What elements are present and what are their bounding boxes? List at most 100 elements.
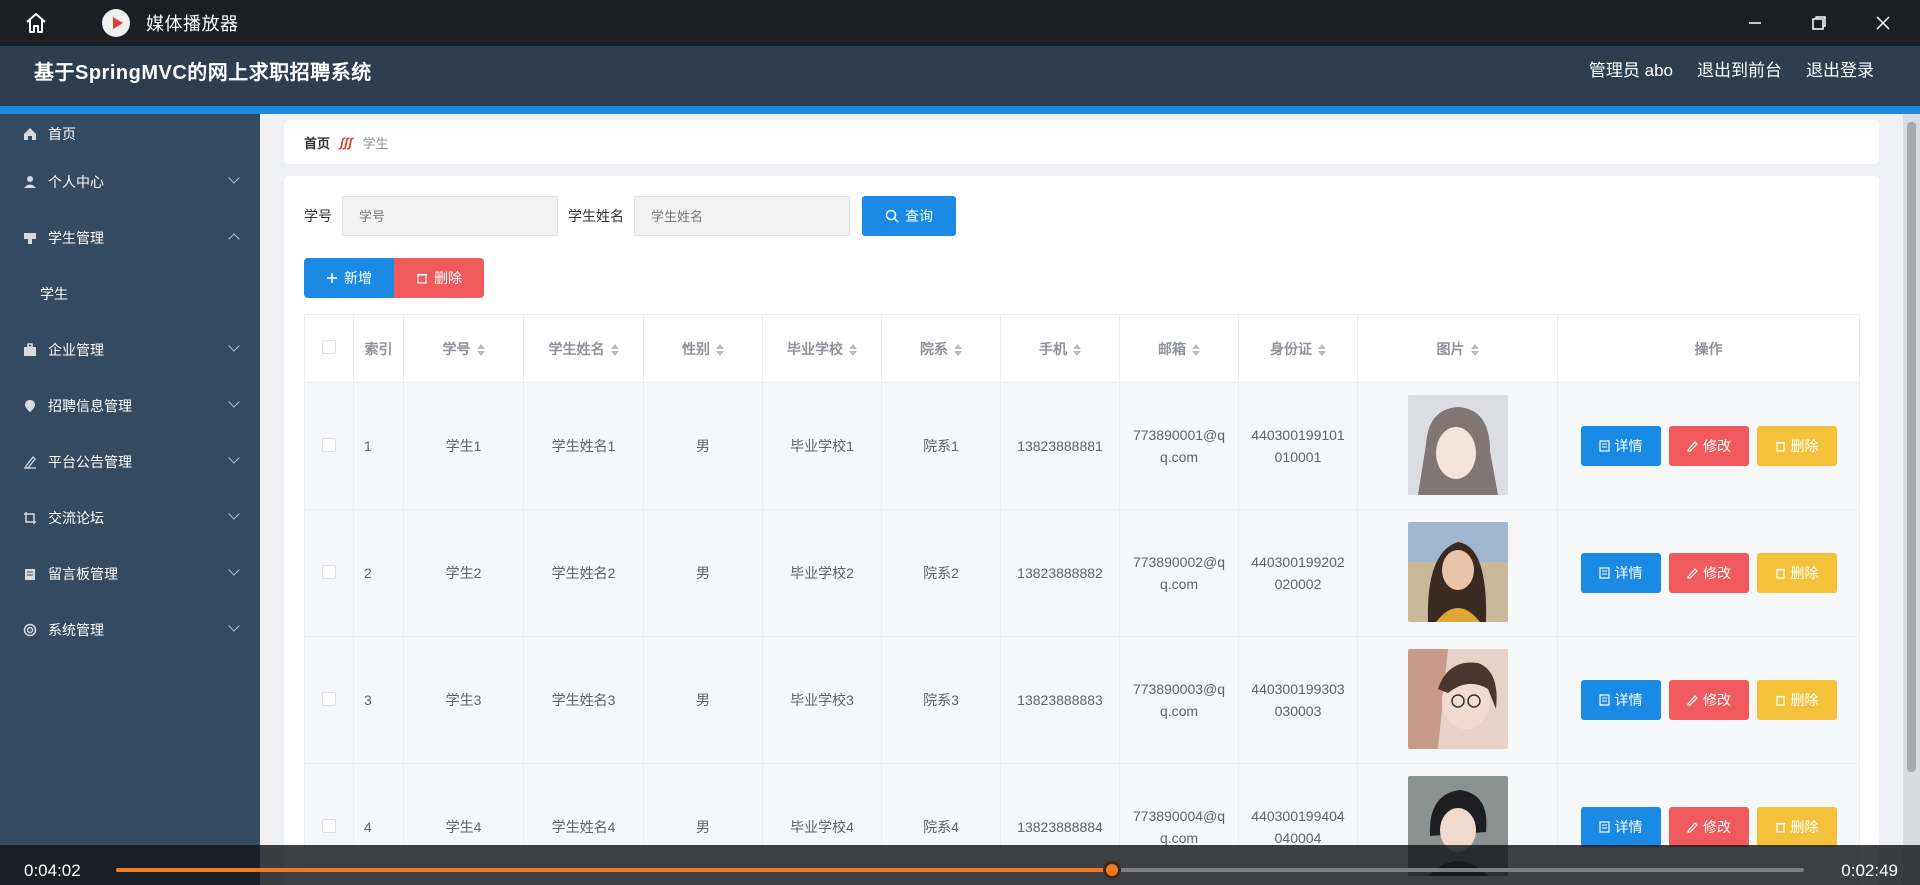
add-button[interactable]: 新增: [304, 258, 394, 298]
column-header[interactable]: 手机: [1000, 314, 1120, 383]
query-button[interactable]: 查询: [862, 196, 956, 236]
select-all-checkbox[interactable]: [322, 340, 336, 354]
idcard-cell: 440300199101010001: [1238, 382, 1358, 510]
student-name-input[interactable]: [634, 196, 850, 236]
table-row: 2 学生2 学生姓名2 男 毕业学校2 院系2 13823888882 7738…: [304, 509, 1860, 637]
row-checkbox[interactable]: [322, 818, 336, 833]
column-label: 图片: [1436, 340, 1465, 357]
student-id-input[interactable]: [342, 196, 558, 236]
row-checkbox[interactable]: [322, 564, 336, 579]
edit-label: 修改: [1703, 438, 1731, 454]
breadcrumb-current: 学生: [362, 135, 389, 151]
delete-button[interactable]: 删除: [1756, 807, 1837, 847]
photo-cell: [1357, 636, 1558, 764]
sidebar-item-forum[interactable]: 交流论坛: [0, 490, 260, 546]
row-select-cell[interactable]: [304, 636, 354, 764]
column-header[interactable]: 毕业学校: [762, 314, 882, 383]
page-scrollbar[interactable]: [1903, 114, 1920, 885]
row-select-cell[interactable]: [304, 382, 354, 510]
column-header[interactable]: 邮箱: [1119, 314, 1239, 383]
detail-button[interactable]: 详情: [1580, 553, 1661, 593]
message-board-icon: [22, 566, 38, 582]
column-header[interactable]: 学生姓名: [523, 314, 644, 383]
column-label: 院系: [920, 340, 948, 357]
student-photo[interactable]: [1407, 394, 1508, 495]
phone-cell: 13823888883: [1000, 636, 1120, 764]
sidebar-item-message-board[interactable]: 留言板管理: [0, 546, 260, 602]
delete-button[interactable]: 删除: [1756, 426, 1837, 466]
sort-icon[interactable]: [849, 343, 857, 356]
sort-icon[interactable]: [1470, 343, 1479, 356]
idcard-cell: 440300199202020002: [1238, 509, 1358, 637]
column-header[interactable]: 身份证: [1238, 314, 1358, 383]
column-label: 学生姓名: [548, 340, 605, 357]
school-cell: 毕业学校3: [762, 636, 882, 764]
column-header[interactable]: 学号: [403, 314, 524, 383]
student-name-cell: 学生姓名2: [523, 509, 644, 637]
delete-button[interactable]: 删除: [1756, 680, 1837, 720]
sidebar-item-student[interactable]: 学生: [0, 266, 260, 322]
home-icon[interactable]: [18, 5, 54, 41]
column-header[interactable]: 院系: [881, 314, 1001, 383]
sidebar-item-enterprise-management[interactable]: 企业管理: [0, 322, 260, 378]
detail-button[interactable]: 详情: [1580, 680, 1661, 720]
edit-button[interactable]: 修改: [1668, 807, 1749, 847]
table-row: 3 学生3 学生姓名3 男 毕业学校3 院系3 13823888883 7738…: [304, 636, 1860, 764]
add-label: 新增: [344, 270, 372, 286]
scrollbar-thumb[interactable]: [1907, 122, 1916, 772]
minimize-icon[interactable]: [1738, 6, 1772, 40]
seek-bar[interactable]: [116, 861, 1804, 879]
sidebar-item-announcement-management[interactable]: 平台公告管理: [0, 434, 260, 490]
seek-progress: [116, 868, 1112, 872]
chevron-down-icon: [228, 508, 240, 520]
row-select-cell[interactable]: [304, 509, 354, 637]
sidebar-item-recruitment-management[interactable]: 招聘信息管理: [0, 378, 260, 434]
sort-icon[interactable]: [1318, 343, 1326, 356]
edit-button[interactable]: 修改: [1668, 680, 1749, 720]
column-header[interactable]: 性别: [643, 314, 763, 383]
student-photo[interactable]: [1407, 521, 1508, 622]
edit-icon: [1687, 441, 1698, 452]
student-manage-icon: [22, 230, 38, 246]
batch-delete-button[interactable]: 删除: [394, 258, 484, 298]
logout-link[interactable]: 退出登录: [1806, 56, 1874, 81]
playback-bar: 0:04:02 0:02:49: [0, 845, 1920, 885]
sort-icon[interactable]: [954, 343, 962, 356]
student-id-cell: 学生3: [403, 636, 524, 764]
detail-label: 详情: [1614, 692, 1643, 708]
player-title: 媒体播放器: [146, 14, 239, 34]
select-all-cell[interactable]: [304, 314, 354, 383]
remaining-time: 0:02:49: [1841, 861, 1898, 880]
edit-button[interactable]: 修改: [1668, 426, 1749, 466]
sort-icon[interactable]: [476, 343, 485, 356]
school-cell: 毕业学校1: [762, 382, 882, 510]
row-checkbox[interactable]: [322, 437, 336, 452]
sidebar-item-personal-center[interactable]: 个人中心: [0, 154, 260, 210]
detail-button[interactable]: 详情: [1580, 807, 1661, 847]
sort-icon[interactable]: [1192, 343, 1200, 356]
close-icon[interactable]: [1866, 6, 1900, 40]
sort-icon[interactable]: [610, 343, 619, 356]
column-header[interactable]: 图片: [1357, 314, 1558, 383]
trash-icon: [417, 273, 427, 284]
breadcrumb-home[interactable]: 首页: [304, 133, 330, 152]
exit-to-front-link[interactable]: 退出到前台: [1697, 56, 1782, 81]
location-icon: [22, 398, 38, 414]
restore-icon[interactable]: [1802, 6, 1836, 40]
sidebar-item-student-management[interactable]: 学生管理: [0, 210, 260, 266]
sidebar-item-home[interactable]: 首页: [0, 114, 260, 154]
sidebar-item-system-management[interactable]: 系统管理: [0, 602, 260, 658]
row-checkbox[interactable]: [322, 691, 336, 706]
column-header: 操作: [1557, 314, 1860, 383]
operations-cell: 详情 修改 删除: [1557, 636, 1860, 764]
sort-icon[interactable]: [1073, 343, 1081, 356]
action-buttons: 新增 删除: [304, 258, 484, 298]
edit-button[interactable]: 修改: [1668, 553, 1749, 593]
sort-icon[interactable]: [716, 343, 724, 356]
app-title: 基于SpringMVC的网上求职招聘系统: [34, 62, 372, 84]
delete-button[interactable]: 删除: [1756, 553, 1837, 593]
edit-icon: [1687, 822, 1698, 833]
detail-button[interactable]: 详情: [1580, 426, 1661, 466]
seek-handle[interactable]: [1102, 861, 1121, 879]
student-photo[interactable]: [1407, 648, 1508, 749]
